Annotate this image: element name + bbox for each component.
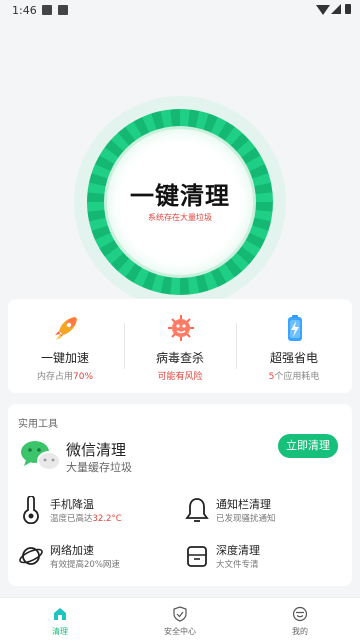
tool-network-boost[interactable]: 网络加速 有效提高20%网速 [18,542,178,574]
bottom-nav: 清理 安全中心 我的 [0,597,360,641]
tool-name: 深度清理 [216,544,260,557]
nav-item-profile[interactable]: 我的 [240,598,360,641]
tool-sub: 大文件专清 [216,560,259,570]
wechat-clean-title: 微信清理 [66,441,127,459]
nav-label: 清理 [52,627,68,636]
tools-card: 实用工具 微信清理 大量缓存垃圾 立即清理 手机降温 温度已高达32.2°C 通… [8,404,352,586]
battery-icon [288,315,302,341]
clean-now-button[interactable]: 立即清理 [278,434,338,458]
nav-item-clean[interactable]: 清理 [0,598,120,641]
tool-sub: 有效提高20%网速 [50,560,120,570]
nav-item-security[interactable]: 安全中心 [120,598,240,641]
folder-icon [187,546,207,567]
status-bar: 1:46 [0,0,360,24]
feature-sub: 5个应用耗电 [268,372,320,382]
feature-virus-scan[interactable]: 病毒查杀 可能有风险 [123,299,237,393]
rocket-icon [55,317,77,340]
tool-deep-clean[interactable]: 深度清理 大文件专清 [184,542,344,574]
wifi-icon [316,5,330,15]
app-notification-icon [58,5,68,15]
planet-icon [19,547,43,565]
tool-name: 手机降温 [50,498,94,511]
tool-phone-cooling[interactable]: 手机降温 温度已高达32.2°C [18,496,178,528]
feature-label: 超强省电 [269,351,318,365]
tool-name: 通知栏清理 [216,498,271,511]
tool-sub: 已发现骚扰通知 [216,514,276,524]
tool-notification-clean[interactable]: 通知栏清理 已发现骚扰通知 [184,496,344,528]
shield-icon [173,606,187,622]
hero-section: 一键清理 系统存在大量垃圾 [0,24,360,308]
hero-title[interactable]: 一键清理 [0,176,360,211]
profile-icon [292,606,308,622]
status-time: 1:46 [12,4,37,17]
section-title: 实用工具 [18,419,58,430]
feature-speed-up[interactable]: 一键加速 内存占用70% [8,299,122,393]
feature-power-save[interactable]: 超强省电 5个应用耗电 [237,299,351,393]
nav-label: 安全中心 [164,627,196,636]
feature-sub: 内存占用70% [36,372,94,382]
home-icon [54,608,66,620]
feature-label: 一键加速 [40,351,89,365]
image-notification-icon [42,5,52,15]
nav-label: 我的 [292,627,308,636]
feature-card: 一键加速 内存占用70% 病毒查杀 可能有风险 超强省电 5个应用耗电 [8,299,352,393]
wechat-clean-subtitle: 大量缓存垃圾 [66,461,132,474]
signal-icon [331,4,341,14]
bell-icon [185,498,209,522]
wechat-icon [21,441,61,471]
hero-subtitle: 系统存在大量垃圾 [148,213,212,222]
battery-status-icon [345,4,351,14]
thermometer-icon [23,496,39,524]
feature-label: 病毒查杀 [155,351,204,365]
tool-sub: 温度已高达32.2°C [50,514,122,524]
virus-icon [168,315,194,341]
tool-name: 网络加速 [50,544,94,557]
feature-sub: 可能有风险 [157,372,203,382]
